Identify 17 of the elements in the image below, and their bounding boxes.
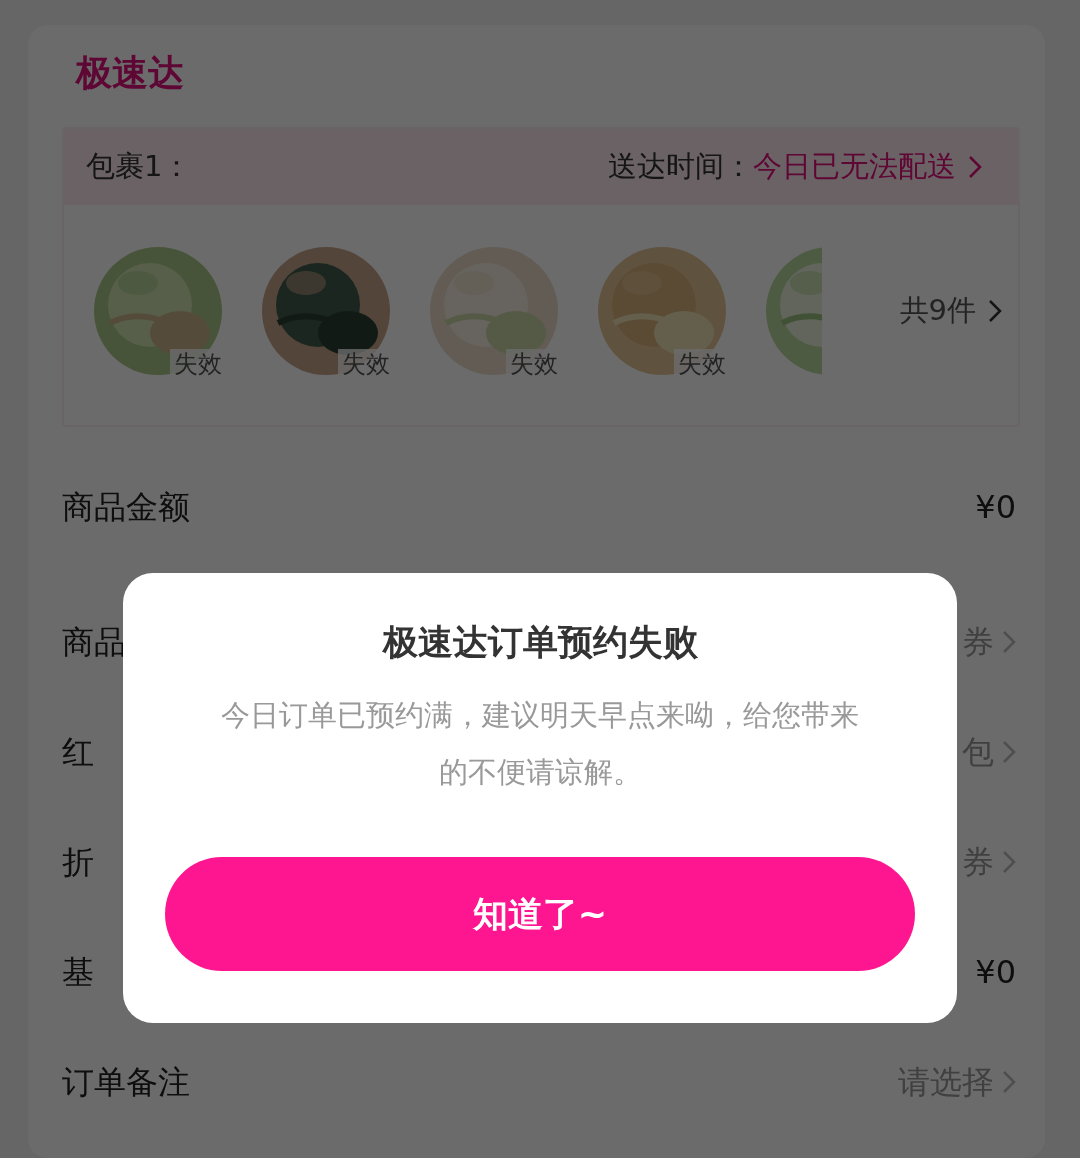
row-value: ¥0 [975, 952, 1016, 993]
row-label: 基 [62, 952, 94, 993]
chevron-right-icon [988, 299, 1002, 323]
row-label: 折 [62, 842, 94, 883]
delivery-status[interactable]: 今日已无法配送 [753, 145, 956, 189]
dialog-title: 极速达订单预约失败 [381, 621, 699, 663]
section-title: 极速达 [76, 55, 185, 91]
row-value: ¥0 [975, 487, 1016, 528]
confirm-button[interactable]: 知道了~ [165, 857, 915, 971]
dialog-message: 今日订单已预约满，建议明天早点来呦，给您带来的不便请谅解。 [220, 697, 860, 791]
row-label: 商品金额 [62, 487, 190, 528]
chevron-right-icon [968, 155, 982, 179]
item-count[interactable]: 共9件 [899, 289, 976, 333]
row-label: 红 [62, 732, 94, 773]
package-label: 包裹1： [86, 148, 192, 186]
row-label: 订单备注 [62, 1062, 190, 1103]
delivery-label: 送达时间： [608, 148, 753, 186]
